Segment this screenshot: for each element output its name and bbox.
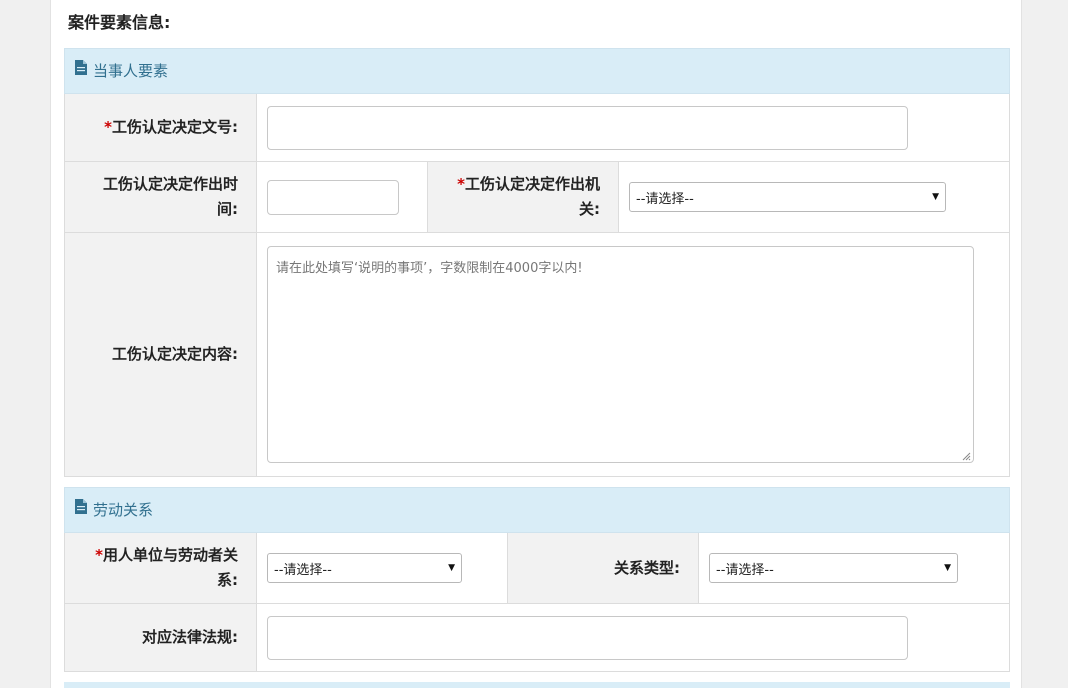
relation-cell: --请选择-- ▼ — [256, 533, 507, 603]
decision-org-selected: --请选择-- — [636, 191, 694, 207]
document-icon — [75, 487, 87, 531]
decision-time-input[interactable] — [267, 179, 399, 215]
row-decision-no: *工伤认定决定文号: — [64, 94, 1010, 162]
relation-type-selected: --请选择-- — [716, 562, 774, 578]
relation-label: *用人单位与劳动者关系: — [65, 533, 256, 603]
case-elements-page: 案件要素信息: 当事人要素 *工伤认定决定文号: 工伤认定决定作出时间: *工伤… — [50, 0, 1022, 688]
decision-org-label: *工伤认定决定作出机关: — [427, 162, 618, 232]
row-decision-content: 工伤认定决定内容: 请在此处填写‘说明的事项’，字数限制在4000字以内! — [64, 233, 1010, 477]
decision-content-cell: 请在此处填写‘说明的事项’，字数限制在4000字以内! — [256, 233, 1009, 476]
relation-type-cell: --请选择-- ▼ — [698, 533, 1009, 603]
relation-type-label-text: 关系类型: — [614, 558, 680, 577]
law-input[interactable] — [267, 615, 908, 660]
chevron-down-icon: ▼ — [448, 563, 455, 573]
relation-selected: --请选择-- — [274, 562, 332, 578]
relation-label-text: 用人单位与劳动者关系: — [102, 546, 238, 589]
decision-content-placeholder: 请在此处填写‘说明的事项’，字数限制在4000字以内! — [276, 261, 583, 276]
section-header-labor: 劳动关系 — [64, 487, 1010, 533]
required-mark: * — [457, 175, 465, 193]
decision-no-input[interactable] — [267, 105, 908, 150]
law-cell — [256, 604, 1009, 671]
decision-org-select[interactable]: --请选择-- ▼ — [629, 182, 946, 212]
row-law: 对应法律法规: — [64, 604, 1010, 672]
section-header-party: 当事人要素 — [64, 48, 1010, 94]
row-labor-relation: *用人单位与劳动者关系: --请选择-- ▼ 关系类型: --请选择-- ▼ — [64, 533, 1010, 604]
section-title-labor: 劳动关系 — [93, 501, 154, 519]
section-title-party: 当事人要素 — [93, 62, 169, 80]
decision-time-cell — [256, 162, 427, 232]
decision-content-textarea[interactable]: 请在此处填写‘说明的事项’，字数限制在4000字以内! — [267, 246, 974, 463]
required-mark: * — [104, 118, 112, 136]
page-title: 案件要素信息: — [68, 13, 171, 32]
resize-grip-icon[interactable] — [961, 450, 971, 461]
chevron-down-icon: ▼ — [932, 192, 939, 202]
decision-no-label-text: 工伤认定决定文号: — [112, 118, 238, 136]
decision-org-label-text: 工伤认定决定作出机关: — [464, 175, 600, 218]
decision-time-label-text: 工伤认定决定作出时间: — [102, 175, 238, 218]
document-icon — [75, 48, 87, 92]
row-decision-time-org: 工伤认定决定作出时间: *工伤认定决定作出机关: --请选择-- ▼ — [64, 162, 1010, 233]
law-label: 对应法律法规: — [65, 604, 256, 671]
decision-content-label-text: 工伤认定决定内容: — [112, 345, 238, 363]
decision-no-label: *工伤认定决定文号: — [65, 94, 256, 161]
decision-no-cell — [256, 94, 1009, 161]
required-mark: * — [95, 546, 103, 564]
relation-type-select[interactable]: --请选择-- ▼ — [709, 553, 958, 583]
relation-select[interactable]: --请选择-- ▼ — [267, 553, 462, 583]
decision-content-label: 工伤认定决定内容: — [65, 233, 256, 476]
decision-time-label: 工伤认定决定作出时间: — [65, 162, 256, 232]
chevron-down-icon: ▼ — [944, 563, 951, 573]
relation-type-label: 关系类型: — [507, 533, 698, 603]
next-section-header — [64, 682, 1010, 688]
law-label-text: 对应法律法规: — [142, 628, 238, 646]
decision-org-cell: --请选择-- ▼ — [618, 162, 1009, 232]
